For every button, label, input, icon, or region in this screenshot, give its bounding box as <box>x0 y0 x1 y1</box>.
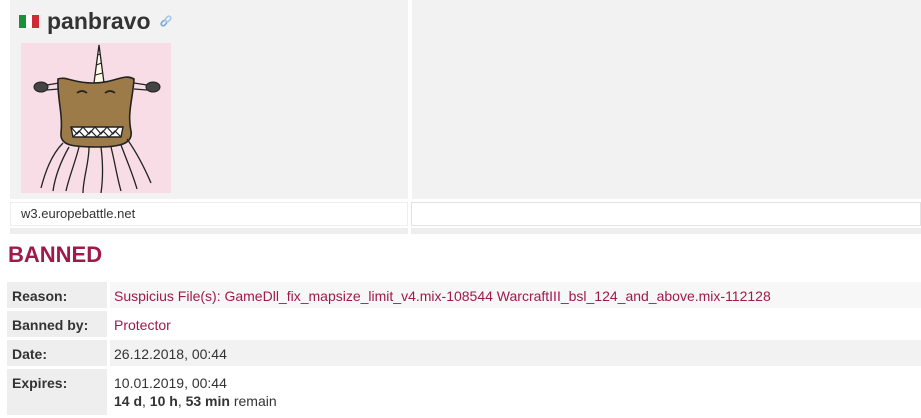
banned-heading: BANNED <box>8 242 103 267</box>
ban-details-table: Reason: Suspicius File(s): GameDll_fix_m… <box>7 282 921 418</box>
italy-flag-icon <box>19 14 40 28</box>
banned-by-label: Banned by: <box>7 311 107 337</box>
reason-link[interactable]: Suspicius File(s): GameDll_fix_mapsize_l… <box>110 282 921 308</box>
server-name: w3.europebattle.net <box>10 202 408 226</box>
profile-side-panel <box>412 0 921 199</box>
remaining-hours: 10 h <box>149 393 178 409</box>
remaining-separator: , <box>142 393 150 409</box>
remaining-separator: , <box>177 393 186 409</box>
remaining-days: 14 d <box>114 393 143 409</box>
remaining-time: 14 d, 10 h, 53 min remain <box>114 393 921 409</box>
remaining-minutes: 53 min <box>185 393 230 409</box>
expires-label: Expires: <box>7 369 107 415</box>
flag-stripe-green <box>19 14 26 28</box>
flag-stripe-red <box>32 14 40 28</box>
profile-header: panbravo <box>19 7 173 35</box>
date-value: 26.12.2018, 00:44 <box>110 340 921 366</box>
expires-cell: 10.01.2019, 00:44 14 d, 10 h, 53 min rem… <box>110 369 921 415</box>
ban-row-banned-by: Banned by: Protector <box>7 311 921 337</box>
avatar <box>21 43 171 194</box>
link-icon[interactable] <box>159 14 173 28</box>
flag-stripe-white <box>25 14 33 28</box>
banned-by-link[interactable]: Protector <box>110 311 921 337</box>
ban-row-date: Date: 26.12.2018, 00:44 <box>7 340 921 366</box>
username: panbravo <box>47 8 151 34</box>
date-label: Date: <box>7 340 107 366</box>
remaining-suffix: remain <box>229 393 277 409</box>
ban-row-reason: Reason: Suspicius File(s): GameDll_fix_m… <box>7 282 921 308</box>
server-side-cell <box>411 202 921 226</box>
reason-label: Reason: <box>7 282 107 308</box>
divider <box>10 228 408 234</box>
ban-row-expires: Expires: 10.01.2019, 00:44 14 d, 10 h, 5… <box>7 369 921 415</box>
divider <box>411 228 921 234</box>
expires-value: 10.01.2019, 00:44 <box>114 375 227 391</box>
